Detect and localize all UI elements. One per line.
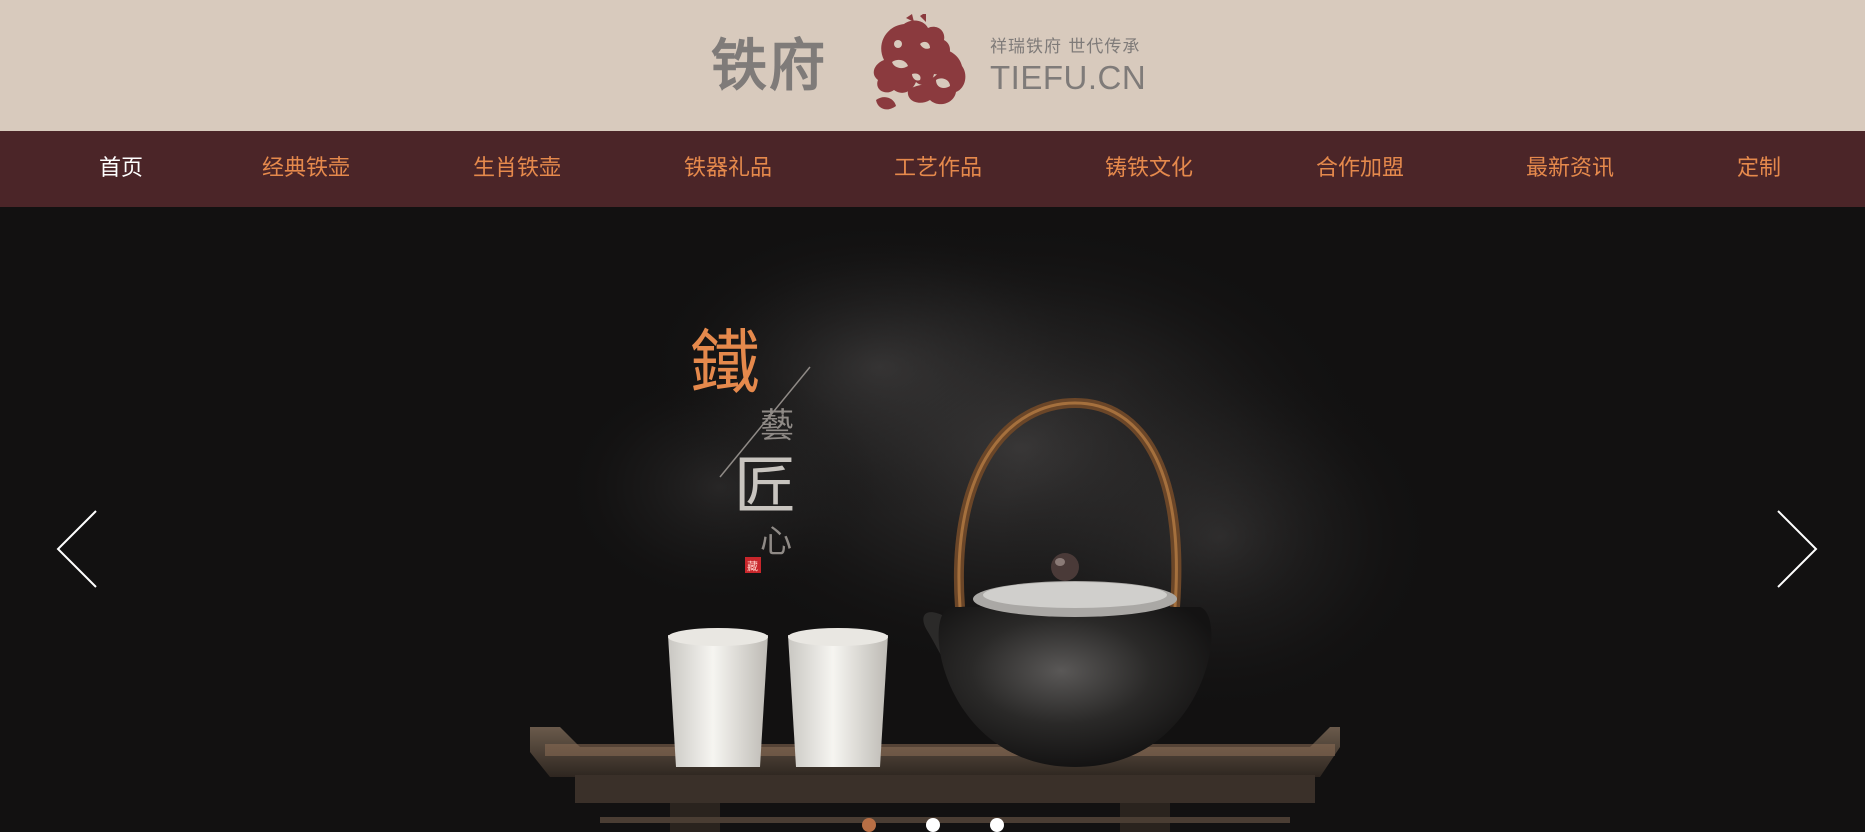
calligraphy-heart: 心: [760, 522, 792, 560]
seal-char: 藏: [747, 560, 758, 573]
nav-item-custom[interactable]: 定制: [1737, 131, 1781, 207]
carousel-dot-1[interactable]: [862, 818, 876, 832]
carousel-dot-3[interactable]: [990, 818, 1004, 832]
logo-text-en[interactable]: TIEFU.CN: [990, 60, 1146, 96]
main-nav: 首页 经典铁壶 生肖铁壶 铁器礼品 工艺作品 铸铁文化 合作加盟 最新资讯 定制: [0, 131, 1865, 207]
carousel-prev-arrow-icon[interactable]: [50, 507, 110, 591]
calligraphy-craftsman: 匠: [734, 449, 796, 522]
nav-item-iron-gifts[interactable]: 铁器礼品: [684, 131, 772, 207]
calligraphy-art: 藝: [760, 406, 794, 446]
logo-slogan: 祥瑞铁府 世代传承: [990, 37, 1141, 57]
hero-carousel: 鐵 藝 匠 心 藏: [0, 207, 1865, 832]
carousel-dot-2[interactable]: [926, 818, 940, 832]
dragon-logo-icon[interactable]: [866, 14, 974, 114]
site-header: 铁府 祥瑞铁府 世代传承 TIEFU.CN: [0, 0, 1865, 131]
nav-item-news[interactable]: 最新资讯: [1526, 131, 1614, 207]
nav-item-zodiac-kettles[interactable]: 生肖铁壶: [473, 131, 561, 207]
nav-item-craft-works[interactable]: 工艺作品: [894, 131, 982, 207]
carousel-next-arrow-icon[interactable]: [1764, 507, 1824, 591]
nav-item-classic-kettles[interactable]: 经典铁壶: [262, 131, 350, 207]
calligraphy-iron: 鐵: [690, 322, 760, 404]
nav-item-home[interactable]: 首页: [99, 131, 143, 207]
logo-text-cn[interactable]: 铁府: [711, 32, 827, 102]
nav-item-franchise[interactable]: 合作加盟: [1316, 131, 1404, 207]
banner-teapot-image: 鐵 藝 匠 心 藏: [530, 217, 1440, 832]
nav-item-iron-culture[interactable]: 铸铁文化: [1105, 131, 1193, 207]
